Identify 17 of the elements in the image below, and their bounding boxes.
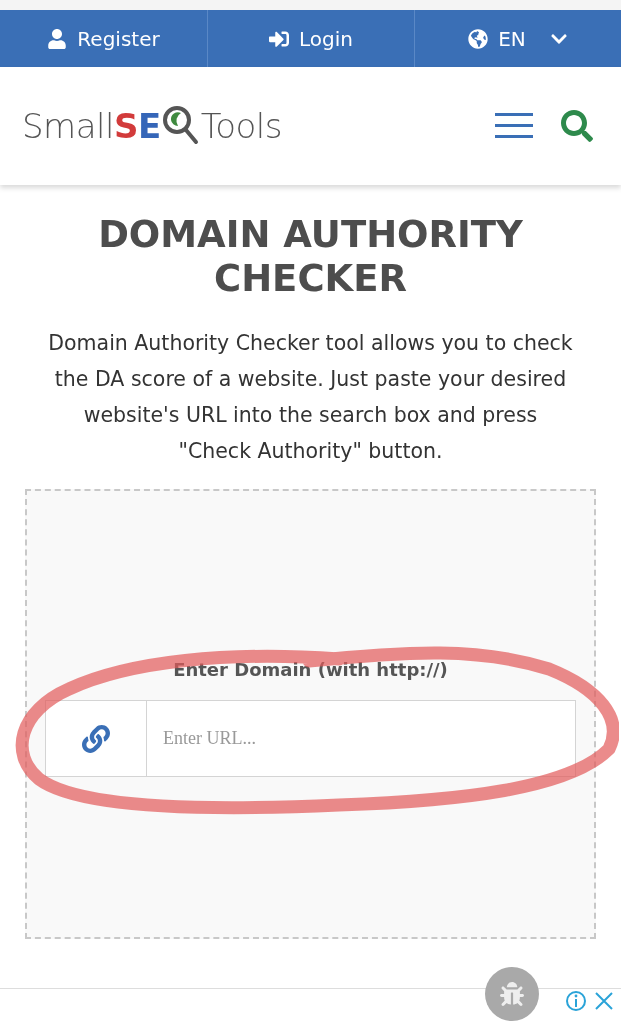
link-icon xyxy=(82,724,110,753)
menu-icon[interactable] xyxy=(495,113,533,139)
description: Domain Authority Checker tool allows you to check the DA score of a website. Just paste your desired website's URL into the search box and press "Check Authority" button. xyxy=(47,330,574,465)
top-bar-link[interactable]: Login xyxy=(207,10,414,67)
top-bar-link[interactable]: EN xyxy=(414,10,621,67)
logo[interactable]: SmallSE Tools xyxy=(22,104,282,148)
bug-button[interactable] xyxy=(485,967,539,1021)
close-icon[interactable] xyxy=(593,990,615,1012)
url-input-group[interactable]: Enter URL... xyxy=(45,700,576,777)
bug-icon xyxy=(500,982,524,1006)
page-title: DOMAIN AUTHORITY CHECKER xyxy=(97,213,524,301)
search-icon[interactable] xyxy=(561,110,593,142)
user-icon xyxy=(47,28,68,49)
globe-icon xyxy=(468,28,489,49)
info-icon[interactable] xyxy=(565,990,587,1012)
top-bar-link[interactable]: Register xyxy=(0,10,207,67)
field-label: Enter Domain (with http://) xyxy=(173,659,448,680)
